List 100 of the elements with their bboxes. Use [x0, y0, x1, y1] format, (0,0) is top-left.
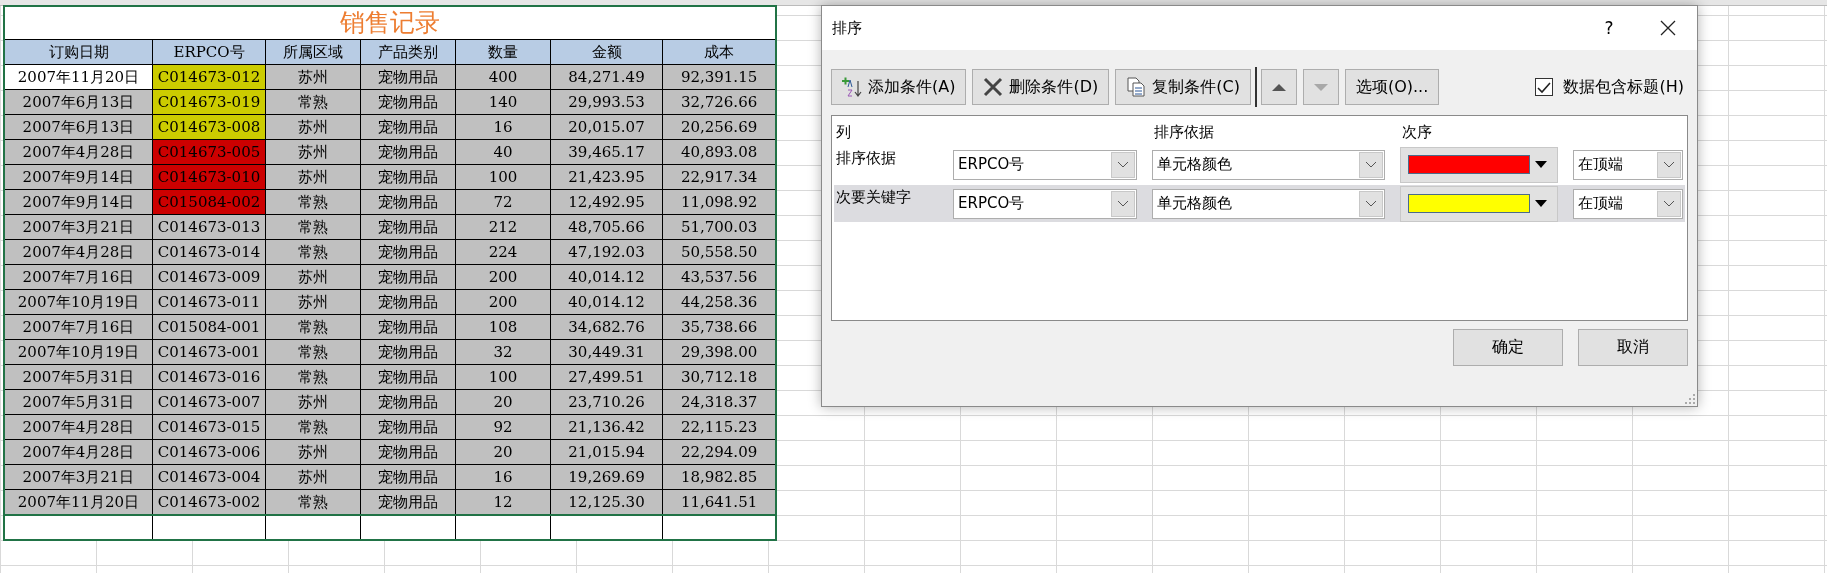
column-dropdown[interactable]: ERPCO号 — [953, 149, 1137, 180]
table-cell: 常熟 — [265, 189, 361, 215]
table-cell: 48,705.66 — [550, 214, 663, 240]
column-header: 数量 — [455, 39, 551, 65]
options-button[interactable]: 选项(O)... — [1344, 69, 1440, 105]
table-cell: 212 — [455, 214, 551, 240]
caret-icon — [1535, 200, 1547, 207]
table-cell: 宠物用品 — [360, 289, 456, 315]
table-cell: 92,391.15 — [662, 64, 776, 90]
color-dropdown[interactable] — [1400, 185, 1558, 222]
table-cell: 2007年3月21日 — [4, 464, 153, 490]
table-cell: 21,136.42 — [550, 414, 663, 440]
dialog-button[interactable]: 取消 — [1578, 329, 1688, 366]
column-header: 产品类别 — [360, 39, 456, 65]
table-cell: 32,726.66 — [662, 89, 776, 115]
table-cell: 40,014.12 — [550, 289, 663, 315]
table-cell: 2007年3月21日 — [4, 214, 153, 240]
table-cell: 11,098.92 — [662, 189, 776, 215]
table-cell: 2007年5月31日 — [4, 389, 153, 415]
column-dropdown[interactable]: ERPCO号 — [953, 188, 1137, 219]
table-cell: 100 — [455, 364, 551, 390]
table-cell: 2007年4月28日 — [4, 439, 153, 465]
close-icon — [1660, 20, 1676, 36]
sort-level-row[interactable]: 排序依据 ERPCO号 单元格颜色 在顶端 — [834, 146, 1685, 183]
table-cell: 20,256.69 — [662, 114, 776, 140]
table-cell: 苏州 — [265, 164, 361, 190]
toolbar-button[interactable]: 复制条件(C) — [1115, 69, 1251, 105]
table-cell: 40,014.12 — [550, 264, 663, 290]
move-up-button[interactable] — [1260, 69, 1297, 105]
table-cell: 宠物用品 — [360, 239, 456, 265]
table-cell: 2007年10月19日 — [4, 339, 153, 365]
table-cell: 108 — [455, 314, 551, 340]
help-button[interactable]: ? — [1579, 18, 1639, 38]
order-dropdown[interactable]: 在顶端 — [1573, 149, 1683, 180]
table-cell: 苏州 — [265, 439, 361, 465]
column-header: 所属区域 — [265, 39, 361, 65]
table-cell: 200 — [455, 264, 551, 290]
table-cell: 84,271.49 — [550, 64, 663, 90]
table-cell: 11,641.51 — [662, 489, 776, 515]
color-dropdown[interactable] — [1400, 146, 1558, 183]
table-cell: 23,710.26 — [550, 389, 663, 415]
table-cell: C014673-011 — [152, 289, 266, 315]
delete-icon — [983, 77, 1004, 97]
table-cell: 宠物用品 — [360, 64, 456, 90]
table-cell: C014673-013 — [152, 214, 266, 240]
column-header: 成本 — [662, 39, 776, 65]
dropdown-value: 在顶端 — [1578, 155, 1623, 174]
table-cell: C014673-005 — [152, 139, 266, 165]
column-header: 排序依据 — [1153, 123, 1215, 142]
table-cell: 宠物用品 — [360, 389, 456, 415]
table-cell: 宠物用品 — [360, 164, 456, 190]
table-cell: 2007年4月28日 — [4, 414, 153, 440]
order-dropdown[interactable]: 在顶端 — [1573, 188, 1683, 219]
table-cell: 400 — [455, 64, 551, 90]
toolbar-button[interactable]: 删除条件(D) — [972, 69, 1110, 105]
table-cell: 140 — [455, 89, 551, 115]
sort-on-dropdown[interactable]: 单元格颜色 — [1152, 188, 1385, 219]
table-cell: 苏州 — [265, 264, 361, 290]
check-icon — [1537, 80, 1552, 94]
sort-level-row[interactable]: 次要关键字 ERPCO号 单元格颜色 在顶端 — [834, 185, 1685, 222]
table-cell: 宠物用品 — [360, 189, 456, 215]
table-cell: 22,294.09 — [662, 439, 776, 465]
caret-icon — [1535, 161, 1547, 168]
sort-on-dropdown[interactable]: 单元格颜色 — [1152, 149, 1385, 180]
table-cell: C014673-016 — [152, 364, 266, 390]
table-cell: C014673-010 — [152, 164, 266, 190]
table-cell: C015084-001 — [152, 314, 266, 340]
table-cell: 常熟 — [265, 214, 361, 240]
table-cell: 宠物用品 — [360, 314, 456, 340]
table-cell: 12 — [455, 489, 551, 515]
table-cell: 宠物用品 — [360, 264, 456, 290]
table-cell: 92 — [455, 414, 551, 440]
table-cell: 22,115.23 — [662, 414, 776, 440]
table-cell: 宠物用品 — [360, 214, 456, 240]
table-cell: 12,125.30 — [550, 489, 663, 515]
column-header: 列 — [835, 123, 852, 142]
table-cell: C014673-012 — [152, 64, 266, 90]
table-cell: 29,993.53 — [550, 89, 663, 115]
dialog-button[interactable]: 确定 — [1453, 329, 1563, 366]
table-cell: C014673-004 — [152, 464, 266, 490]
table-cell: 宠物用品 — [360, 489, 456, 515]
resize-grip-icon — [1685, 394, 1695, 404]
table-cell: 12,492.95 — [550, 189, 663, 215]
chevron-icon — [1365, 200, 1377, 207]
table-cell: 常熟 — [265, 339, 361, 365]
table-cell: 51,700.03 — [662, 214, 776, 240]
dropdown-value: 在顶端 — [1578, 194, 1623, 213]
checkbox[interactable] — [1535, 78, 1554, 96]
column-header: 次序 — [1401, 123, 1433, 142]
table-cell: 21,423.95 — [550, 164, 663, 190]
sort-icon — [842, 77, 862, 97]
table-cell: 宠物用品 — [360, 114, 456, 140]
table-cell: 常熟 — [265, 414, 361, 440]
table-cell: 2007年5月31日 — [4, 364, 153, 390]
table-cell: 27,499.51 — [550, 364, 663, 390]
table-cell: 常熟 — [265, 364, 361, 390]
dropdown-value: ERPCO号 — [958, 155, 1025, 174]
toolbar-button[interactable]: 添加条件(A) — [831, 69, 967, 105]
table-cell: 宠物用品 — [360, 464, 456, 490]
table-cell: C014673-019 — [152, 89, 266, 115]
